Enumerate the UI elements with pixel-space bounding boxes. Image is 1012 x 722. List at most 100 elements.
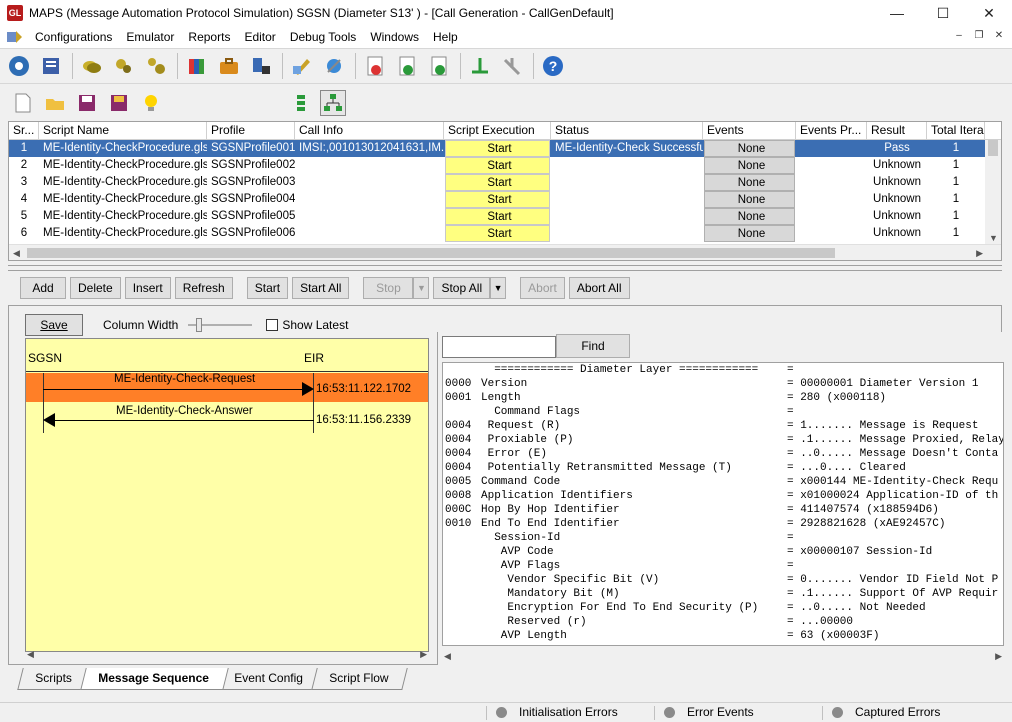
slider-handle[interactable] (196, 318, 203, 332)
sequence-horizontal-scrollbar[interactable]: ◀ ▶ (25, 646, 429, 662)
menu-windows[interactable]: Windows (363, 26, 426, 48)
show-latest-checkbox[interactable] (266, 319, 279, 331)
grid-vertical-scrollbar[interactable]: ▼ (985, 140, 1001, 246)
coins-icon[interactable] (79, 53, 105, 79)
col-script-execution[interactable]: Script Execution (444, 122, 551, 139)
scroll-left-icon[interactable]: ◀ (27, 646, 34, 662)
scroll-right-icon[interactable]: ▶ (976, 245, 983, 260)
find-input[interactable] (442, 336, 556, 358)
events-cell-button[interactable]: None (704, 140, 795, 157)
col-script-name[interactable]: Script Name (39, 122, 207, 139)
abort-all-button[interactable]: Abort All (568, 277, 630, 299)
events-cell-button[interactable]: None (704, 191, 795, 208)
events-cell-button[interactable]: None (704, 208, 795, 225)
column-width-slider[interactable] (188, 316, 253, 334)
tab-message-sequence[interactable]: Message Sequence (79, 668, 229, 690)
find-button[interactable]: Find (556, 334, 630, 358)
report-d-icon[interactable] (362, 53, 388, 79)
scroll-left-icon[interactable]: ◀ (444, 648, 451, 664)
col-result[interactable]: Result (867, 122, 927, 139)
events-cell-button[interactable]: None (704, 225, 795, 242)
col-events-pr[interactable]: Events Pr... (796, 122, 867, 139)
abort-button[interactable]: Abort (520, 277, 565, 299)
captured-errors-indicator[interactable]: Captured Errors (832, 705, 940, 719)
col-total-itera[interactable]: Total Itera (927, 122, 985, 139)
col-call-info[interactable]: Call Info (295, 122, 444, 139)
scroll-thumb[interactable] (988, 140, 998, 156)
table-row[interactable]: 2 ME-Identity-CheckProcedure.gls SGSNPro… (9, 157, 1001, 174)
edit-script-icon[interactable] (289, 53, 315, 79)
report-c-icon[interactable] (394, 53, 420, 79)
delete-button[interactable]: Delete (70, 277, 121, 299)
grid-horizontal-scrollbar[interactable]: ◀ ▶ (9, 244, 1001, 260)
gears-icon[interactable] (143, 53, 169, 79)
tab-event-config[interactable]: Event Config (216, 668, 323, 690)
scroll-left-icon[interactable]: ◀ (13, 245, 20, 260)
scroll-right-icon[interactable]: ▶ (995, 648, 1002, 664)
lightbulb-icon[interactable] (138, 90, 164, 116)
message-label[interactable]: ME-Identity-Check-Request (114, 373, 255, 385)
events-cell-button[interactable]: None (704, 157, 795, 174)
events-cell-button[interactable]: None (704, 174, 795, 191)
save-icon[interactable] (74, 90, 100, 116)
panel-splitter[interactable] (8, 265, 1002, 271)
add-button[interactable]: Add (20, 277, 66, 299)
save-as-icon[interactable] (106, 90, 132, 116)
mdi-close-button[interactable]: ✕ (992, 29, 1006, 43)
stop-dropdown-icon[interactable]: ▼ (413, 277, 430, 299)
table-row[interactable]: 3 ME-Identity-CheckProcedure.gls SGSNPro… (9, 174, 1001, 191)
start-cell-button[interactable]: Start (445, 157, 550, 174)
maximize-button[interactable]: ☐ (920, 0, 966, 26)
col-profile[interactable]: Profile (207, 122, 295, 139)
disconnect-icon[interactable] (499, 53, 525, 79)
start-cell-button[interactable]: Start (445, 191, 550, 208)
settings-gear-icon[interactable] (6, 53, 32, 79)
error-events-indicator[interactable]: Error Events (664, 705, 754, 719)
report-p-icon[interactable] (426, 53, 452, 79)
list-view-icon[interactable] (288, 90, 314, 116)
notebook-icon[interactable] (38, 53, 64, 79)
table-row[interactable]: 5 ME-Identity-CheckProcedure.gls SGSNPro… (9, 208, 1001, 225)
new-file-icon[interactable] (10, 90, 36, 116)
scroll-thumb[interactable] (27, 248, 835, 258)
cogs-icon[interactable] (111, 53, 137, 79)
start-button[interactable]: Start (246, 277, 289, 299)
menu-help[interactable]: Help (426, 26, 465, 48)
open-folder-icon[interactable] (42, 90, 68, 116)
decode-view[interactable]: ============ Diameter Layer ============… (442, 362, 1004, 646)
table-row[interactable]: 1 ME-Identity-CheckProcedure.gls SGSNPro… (9, 140, 1001, 157)
table-row[interactable]: 4 ME-Identity-CheckProcedure.gls SGSNPro… (9, 191, 1001, 208)
minimize-button[interactable]: — (874, 0, 920, 26)
insert-button[interactable]: Insert (124, 277, 171, 299)
start-cell-button[interactable]: Start (445, 225, 550, 242)
col-sr[interactable]: Sr... (9, 122, 39, 139)
debug-tool-icon[interactable] (321, 53, 347, 79)
message-label[interactable]: ME-Identity-Check-Answer (116, 405, 253, 417)
help-icon[interactable]: ? (540, 53, 566, 79)
decode-horizontal-scrollbar[interactable]: ◀ ▶ (442, 648, 1004, 664)
books-icon[interactable] (184, 53, 210, 79)
col-status[interactable]: Status (551, 122, 703, 139)
start-cell-button[interactable]: Start (445, 208, 550, 225)
initialisation-errors-indicator[interactable]: Initialisation Errors (496, 705, 618, 719)
start-cell-button[interactable]: Start (445, 174, 550, 191)
start-cell-button[interactable]: Start (445, 140, 550, 157)
app-menu-icon[interactable] (6, 29, 24, 45)
refresh-button[interactable]: Refresh (174, 277, 233, 299)
menu-debug-tools[interactable]: Debug Tools (283, 26, 364, 48)
connect-icon[interactable] (467, 53, 493, 79)
tab-script-flow[interactable]: Script Flow (311, 668, 409, 690)
col-events[interactable]: Events (703, 122, 796, 139)
menu-reports[interactable]: Reports (181, 26, 237, 48)
tree-view-icon[interactable] (320, 90, 346, 116)
stop-all-dropdown-icon[interactable]: ▼ (490, 277, 507, 299)
user-lock-icon[interactable] (248, 53, 274, 79)
stop-all-button[interactable]: Stop All (433, 277, 491, 299)
save-sequence-button[interactable]: Save (25, 314, 83, 336)
briefcase-icon[interactable] (216, 53, 242, 79)
table-row[interactable]: 6 ME-Identity-CheckProcedure.gls SGSNPro… (9, 225, 1001, 242)
start-all-button[interactable]: Start All (292, 277, 350, 299)
mdi-minimize-button[interactable]: – (952, 29, 966, 43)
menu-editor[interactable]: Editor (237, 26, 282, 48)
close-button[interactable]: ✕ (966, 0, 1012, 26)
